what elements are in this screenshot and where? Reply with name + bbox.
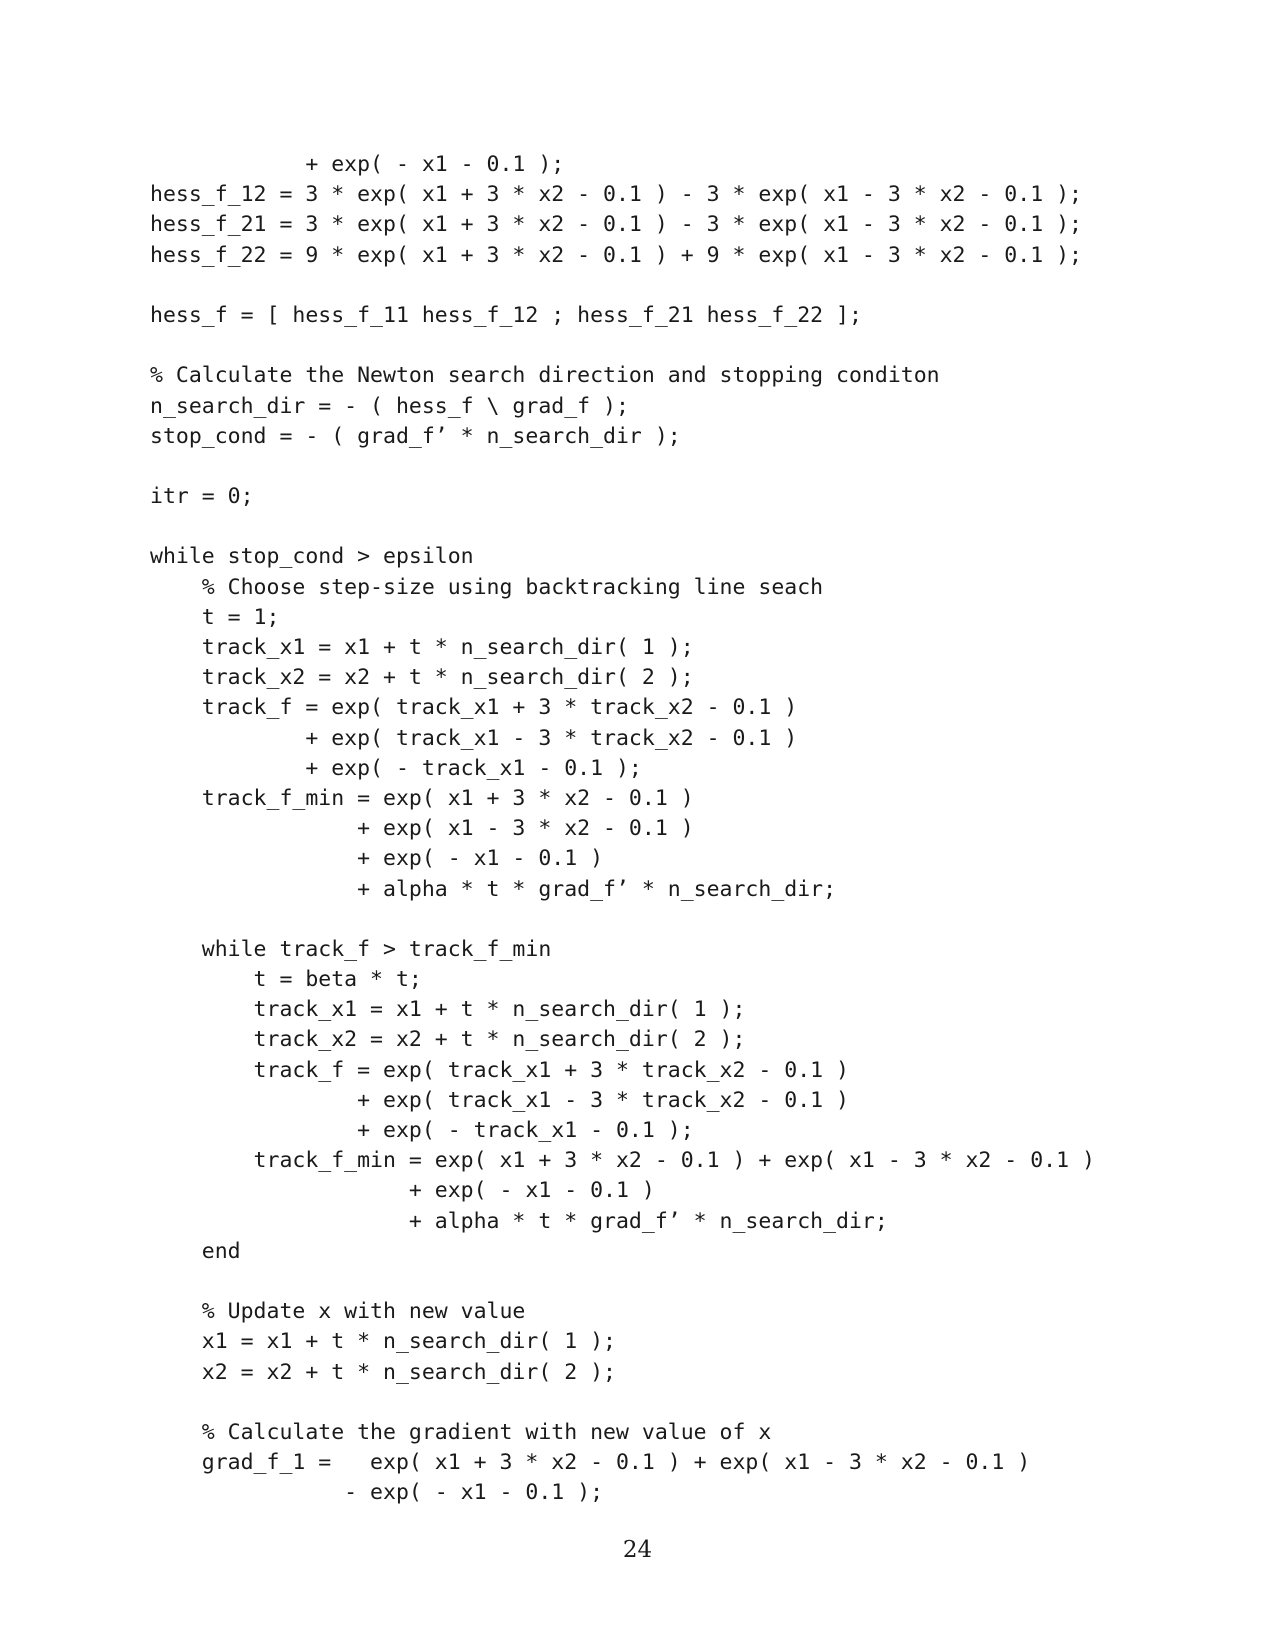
code-line: track_f = exp( track_x1 + 3 * track_x2 -… bbox=[150, 695, 798, 721]
code-line: + alpha * t * grad_f’ * n_search_dir; bbox=[150, 876, 837, 902]
code-line: + exp( - x1 - 0.1 ); bbox=[150, 152, 565, 177]
code-line: grad_f_1 = exp( x1 + 3 * x2 - 0.1 ) + ex… bbox=[150, 1450, 1031, 1476]
code-line: hess_f_21 = 3 * exp( x1 + 3 * x2 - 0.1 )… bbox=[150, 212, 1082, 238]
code-line: + exp( - x1 - 0.1 ) bbox=[150, 846, 604, 872]
code-line: while stop_cond > epsilon bbox=[150, 544, 474, 570]
code-line: t = 1; bbox=[150, 604, 280, 630]
code-line: stop_cond = - ( grad_f’ * n_search_dir )… bbox=[150, 423, 681, 449]
code-line: hess_f_12 = 3 * exp( x1 + 3 * x2 - 0.1 )… bbox=[150, 182, 1082, 208]
code-line: + exp( track_x1 - 3 * track_x2 - 0.1 ) bbox=[150, 1087, 849, 1113]
code-line: itr = 0; bbox=[150, 484, 254, 510]
code-line: end bbox=[150, 1238, 241, 1264]
code-line: n_search_dir = - ( hess_f \ grad_f ); bbox=[150, 393, 629, 419]
code-line: + exp( - track_x1 - 0.1 ); bbox=[150, 1118, 694, 1143]
code-line: + exp( track_x1 - 3 * track_x2 - 0.1 ) bbox=[150, 725, 798, 751]
code-listing: + exp( - x1 - 0.1 ); hess_f_12 = 3 * exp(… bbox=[150, 150, 1200, 1508]
code-line: hess_f_22 = 9 * exp( x1 + 3 * x2 - 0.1 )… bbox=[150, 242, 1082, 268]
code-line: track_x2 = x2 + t * n_search_dir( 2 ); bbox=[150, 1027, 746, 1053]
code-line: track_x1 = x1 + t * n_search_dir( 1 ); bbox=[150, 635, 694, 660]
code-line: track_f = exp( track_x1 + 3 * track_x2 -… bbox=[150, 1057, 849, 1083]
code-line: + exp( - x1 - 0.1 ) bbox=[150, 1178, 655, 1204]
document-page: + exp( - x1 - 0.1 ); hess_f_12 = 3 * exp(… bbox=[0, 0, 1275, 1650]
code-line: while track_f > track_f_min bbox=[150, 936, 552, 962]
code-line: track_f_min = exp( x1 + 3 * x2 - 0.1 ) +… bbox=[150, 1148, 1095, 1174]
code-line: % Calculate the Newton search direction … bbox=[150, 363, 940, 389]
code-line: hess_f = [ hess_f_11 hess_f_12 ; hess_f_… bbox=[150, 302, 862, 328]
code-line: + alpha * t * grad_f’ * n_search_dir; bbox=[150, 1208, 888, 1234]
code-line: track_x2 = x2 + t * n_search_dir( 2 ); bbox=[150, 665, 694, 691]
code-line: track_x1 = x1 + t * n_search_dir( 1 ); bbox=[150, 997, 746, 1023]
code-line: x2 = x2 + t * n_search_dir( 2 ); bbox=[150, 1359, 616, 1385]
code-line: + exp( x1 - 3 * x2 - 0.1 ) bbox=[150, 816, 694, 842]
code-line: + exp( - track_x1 - 0.1 ); bbox=[150, 755, 642, 781]
code-line: % Update x with new value bbox=[150, 1299, 526, 1325]
page-number: 24 bbox=[622, 1537, 653, 1563]
code-line: - exp( - x1 - 0.1 ); bbox=[150, 1480, 604, 1506]
code-line: % Choose step-size using backtracking li… bbox=[150, 574, 824, 600]
code-line: % Calculate the gradient with new value … bbox=[150, 1419, 772, 1445]
code-line: t = beta * t; bbox=[150, 967, 422, 993]
code-line: x1 = x1 + t * n_search_dir( 1 ); bbox=[150, 1329, 616, 1355]
code-line: track_f_min = exp( x1 + 3 * x2 - 0.1 ) bbox=[150, 785, 694, 811]
